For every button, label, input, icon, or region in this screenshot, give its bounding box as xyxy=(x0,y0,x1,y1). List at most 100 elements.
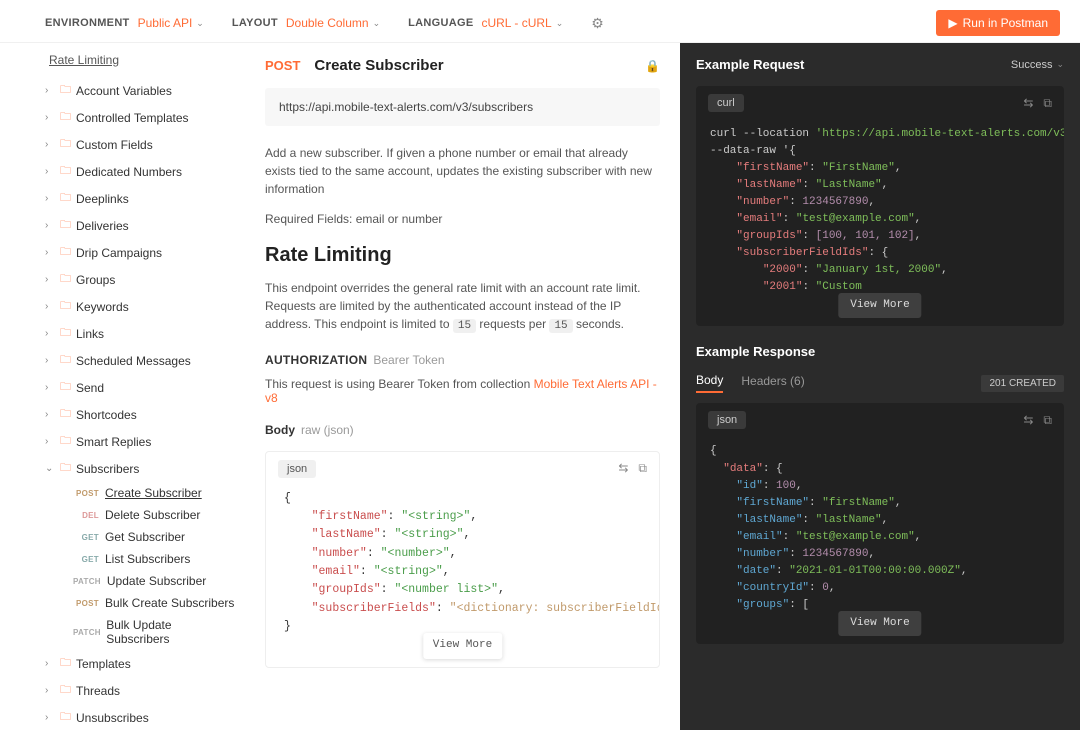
sidebar-item[interactable]: ›🗀Deliveries xyxy=(45,212,235,239)
chevron-right-icon: › xyxy=(45,112,55,123)
sidebar-item[interactable]: ›🗀Send xyxy=(45,374,235,401)
folder-icon: 🗀 xyxy=(60,162,71,181)
sidebar-sub-item[interactable]: DELDelete Subscriber xyxy=(73,504,235,526)
sidebar-item[interactable]: ›🗀Unsubscribes xyxy=(45,704,235,730)
language-label: LANGUAGE xyxy=(408,17,473,29)
sidebar-sub-label: Update Subscriber xyxy=(107,574,206,588)
rate-limit-seconds: 15 xyxy=(549,319,572,333)
tab-headers[interactable]: Headers (6) xyxy=(741,374,804,392)
sidebar-item[interactable]: ›🗀Drip Campaigns xyxy=(45,239,235,266)
sidebar-sub-item[interactable]: PATCHUpdate Subscriber xyxy=(73,570,235,592)
view-more-button[interactable]: View More xyxy=(423,633,502,659)
body-row: Bodyraw (json) xyxy=(265,423,660,437)
sidebar-item[interactable]: ›🗀Custom Fields xyxy=(45,131,235,158)
body-code: { "firstName": "<string>", "lastName": "… xyxy=(266,486,659,667)
view-more-button[interactable]: View More xyxy=(838,611,921,636)
sidebar-sub-item[interactable]: POSTBulk Create Subscribers xyxy=(73,592,235,614)
folder-icon: 🗀 xyxy=(60,459,71,478)
folder-icon: 🗀 xyxy=(60,324,71,343)
sidebar-sub-label: Get Subscriber xyxy=(105,530,185,544)
response-lang-badge: json xyxy=(708,411,746,429)
copy-icon[interactable]: ⧉ xyxy=(638,461,647,476)
sidebar-item[interactable]: ›🗀Deeplinks xyxy=(45,185,235,212)
sidebar-item[interactable]: ⌄🗀Subscribers xyxy=(45,455,235,482)
authorization-description: This request is using Bearer Token from … xyxy=(265,377,660,405)
method-tag: PATCH xyxy=(73,628,100,637)
wrap-icon[interactable]: ⇆ xyxy=(618,461,628,476)
sidebar-item-label: Send xyxy=(76,381,104,395)
main-content: POST Create Subscriber 🔒 https://api.mob… xyxy=(245,43,680,730)
sidebar-item[interactable]: ›🗀Shortcodes xyxy=(45,401,235,428)
endpoint-description: Add a new subscriber. If given a phone n… xyxy=(265,144,660,198)
folder-icon: 🗀 xyxy=(60,654,71,673)
chevron-down-icon: ⌄ xyxy=(196,18,204,29)
tab-body[interactable]: Body xyxy=(696,373,723,393)
copy-icon[interactable]: ⧉ xyxy=(1043,96,1052,111)
folder-icon: 🗀 xyxy=(60,405,71,424)
run-in-postman-button[interactable]: ▶Run in Postman xyxy=(936,10,1060,36)
folder-icon: 🗀 xyxy=(60,270,71,289)
sidebar-item-label: Shortcodes xyxy=(76,408,137,422)
request-lang-badge: curl xyxy=(708,94,744,112)
sidebar-sub-item[interactable]: POST Create Subscriber xyxy=(73,482,235,504)
method-tag: GET xyxy=(73,555,99,564)
sidebar-item[interactable]: ›🗀Links xyxy=(45,320,235,347)
environment-selector[interactable]: Public API⌄ xyxy=(138,16,204,30)
copy-icon[interactable]: ⧉ xyxy=(1043,413,1052,428)
wrap-icon[interactable]: ⇆ xyxy=(1023,413,1033,428)
chevron-right-icon: › xyxy=(45,328,55,339)
response-code: { "data": { "id": 100, "firstName": "fir… xyxy=(696,437,1064,643)
sidebar-item[interactable]: ›🗀Account Variables xyxy=(45,77,235,104)
sidebar-item-label: Keywords xyxy=(76,300,129,314)
folder-icon: 🗀 xyxy=(60,432,71,451)
folder-icon: 🗀 xyxy=(60,216,71,235)
chevron-down-icon: ⌄ xyxy=(556,18,564,29)
rate-limit-requests: 15 xyxy=(453,319,476,333)
sidebar-item[interactable]: ›🗀Templates xyxy=(45,650,235,677)
method-tag: GET xyxy=(73,533,99,542)
folder-icon: 🗀 xyxy=(60,189,71,208)
layout-selector[interactable]: Double Column⌄ xyxy=(286,16,380,30)
chevron-right-icon: › xyxy=(45,139,55,150)
view-more-button[interactable]: View More xyxy=(838,293,921,318)
endpoint-title: Create Subscriber xyxy=(314,57,443,74)
wrap-icon[interactable]: ⇆ xyxy=(1023,96,1033,111)
sidebar-item[interactable]: ›🗀Groups xyxy=(45,266,235,293)
sidebar-item[interactable]: ›🗀Controlled Templates xyxy=(45,104,235,131)
chevron-down-icon: ⌄ xyxy=(45,463,55,474)
sidebar-sub-item[interactable]: GET Get Subscriber xyxy=(73,526,235,548)
request-code: curl --location 'https://api.mobile-text… xyxy=(696,120,1064,326)
folder-icon: 🗀 xyxy=(60,81,71,100)
chevron-right-icon: › xyxy=(45,220,55,231)
response-code-block: json ⇆ ⧉ { "data": { "id": 100, "firstNam… xyxy=(696,403,1064,643)
sidebar-sub-item[interactable]: GETList Subscribers xyxy=(73,548,235,570)
play-icon: ▶ xyxy=(948,16,957,30)
sidebar-item-label: Templates xyxy=(76,657,131,671)
chevron-right-icon: › xyxy=(45,301,55,312)
folder-icon: 🗀 xyxy=(60,243,71,262)
example-request-selector[interactable]: Success⌄ xyxy=(1011,59,1064,71)
sidebar-sub-label: Create Subscriber xyxy=(105,486,202,500)
sidebar-sub-item[interactable]: PATCHBulk Update Subscribers xyxy=(73,614,235,650)
sidebar-item[interactable]: ›🗀Threads xyxy=(45,677,235,704)
sidebar-sub-label: Bulk Create Subscribers xyxy=(105,596,234,610)
sidebar-item-label: Drip Campaigns xyxy=(76,246,162,260)
chevron-right-icon: › xyxy=(45,274,55,285)
method-tag: POST xyxy=(73,489,99,498)
sidebar-item-label: Scheduled Messages xyxy=(76,354,191,368)
lock-icon: 🔒 xyxy=(645,59,660,73)
sidebar: Rate Limiting ›🗀Account Variables›🗀Contr… xyxy=(0,43,245,730)
endpoint-url: https://api.mobile-text-alerts.com/v3/su… xyxy=(265,88,660,126)
folder-icon: 🗀 xyxy=(60,681,71,700)
folder-icon: 🗀 xyxy=(60,297,71,316)
language-selector[interactable]: cURL - cURL⌄ xyxy=(481,16,563,30)
sidebar-item[interactable]: › 🗀 Keywords xyxy=(45,293,235,320)
chevron-down-icon: ⌄ xyxy=(373,18,381,29)
sidebar-item[interactable]: ›🗀Dedicated Numbers xyxy=(45,158,235,185)
gear-icon[interactable]: ⚙ xyxy=(591,15,604,32)
example-request-heading: Example Request xyxy=(696,57,804,72)
body-code-block: json ⇆⧉ { "firstName": "<string>", "last… xyxy=(265,451,660,668)
sidebar-item[interactable]: ›🗀Smart Replies xyxy=(45,428,235,455)
sidebar-section-link[interactable]: Rate Limiting xyxy=(49,53,235,67)
sidebar-item[interactable]: ›🗀Scheduled Messages xyxy=(45,347,235,374)
